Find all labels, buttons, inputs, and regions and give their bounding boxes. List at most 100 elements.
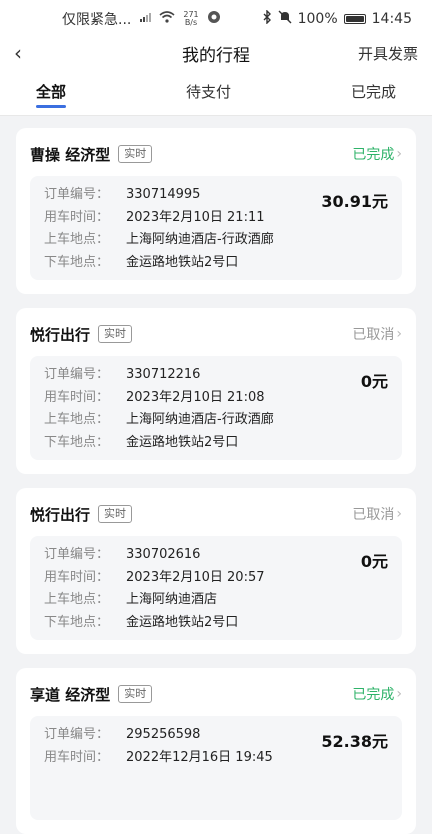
dropoff-row: 下车地点： 金运路地铁站2号口 <box>44 612 388 635</box>
tab-bar: 全部 待支付 已完成 <box>0 68 432 116</box>
navbar: ‹ 我的行程 开具发票 <box>0 38 432 68</box>
dropoff-location: 金运路地铁站2号口 <box>126 254 239 270</box>
realtime-badge: 实时 <box>98 505 133 523</box>
ride-time: 2023年2月10日 21:08 <box>126 389 265 405</box>
realtime-badge: 实时 <box>118 685 153 703</box>
card-title: 享道 经济型 实时 <box>30 684 153 705</box>
status-bar: 仅限紧急... 271 B/s 100% 14:45 <box>0 0 432 38</box>
trip-card[interactable]: 悦行出行 实时 已取消 › 0元 订单编号： 330712216 用车时间： 202… <box>16 308 416 474</box>
order-number-label: 订单编号： <box>44 727 110 742</box>
order-number-label: 订单编号： <box>44 367 110 382</box>
ride-time: 2023年2月10日 20:57 <box>126 569 265 585</box>
order-number: 295256598 <box>126 727 201 742</box>
order-number-label: 订单编号： <box>44 547 110 562</box>
ride-time-label: 用车时间： <box>44 209 110 225</box>
order-status-text: 已完成 <box>352 147 395 163</box>
card-title: 悦行出行 实时 <box>30 504 133 525</box>
pickup-location: 上海阿纳迪酒店-行政酒廊 <box>126 232 274 247</box>
issue-invoice-button[interactable]: 开具发票 <box>358 43 418 64</box>
chevron-right-icon: › <box>396 686 402 702</box>
chevron-right-icon: › <box>396 506 402 522</box>
ride-time-row: 用车时间： 2023年2月10日 21:08 <box>44 387 388 410</box>
ride-time-label: 用车时间： <box>44 749 110 765</box>
ride-time-label: 用车时间： <box>44 569 110 585</box>
pickup-label: 上车地点： <box>44 232 110 247</box>
order-detail: 0元 订单编号： 330702616 用车时间： 2023年2月10日 20:57 … <box>30 536 402 640</box>
order-number-row: 订单编号： 330702616 <box>44 544 388 567</box>
provider-name: 悦行出行 <box>30 325 91 344</box>
pickup-label: 上车地点： <box>44 592 110 607</box>
pickup-location: 上海阿纳迪酒店 <box>126 592 218 607</box>
net-speed-unit: B/s <box>184 18 198 27</box>
tab-pending-payment[interactable]: 待支付 <box>186 68 231 116</box>
pickup-row: 上车地点： 上海阿纳迪酒店-行政酒廊 <box>44 229 388 252</box>
realtime-badge: 实时 <box>118 145 153 163</box>
trip-card[interactable]: 享道 经济型 实时 已完成 › 52.38元 订单编号： 295256598 用车… <box>16 668 416 834</box>
tab-all[interactable]: 全部 <box>36 68 66 116</box>
order-price: 0元 <box>360 552 388 571</box>
order-status-text: 已完成 <box>352 687 395 703</box>
order-status-text: 已取消 <box>352 327 395 343</box>
order-status[interactable]: 已完成 › <box>352 144 402 164</box>
order-detail: 52.38元 订单编号： 295256598 用车时间： 2022年12月16日 1… <box>30 716 402 820</box>
trip-list: 曹操 经济型 实时 已完成 › 30.91元 订单编号： 330714995 用车… <box>0 116 432 834</box>
dropoff-label: 下车地点： <box>44 254 110 270</box>
battery-icon <box>343 14 366 24</box>
card-header: 曹操 经济型 实时 已完成 › <box>30 142 402 166</box>
dropoff-location: 金运路地铁站2号口 <box>126 614 239 630</box>
app-notification-icon <box>207 10 221 28</box>
order-status-text: 已取消 <box>352 507 395 523</box>
status-left: 仅限紧急... 271 B/s <box>62 9 221 29</box>
dropoff-row: 下车地点： 金运路地铁站2号口 <box>44 432 388 455</box>
notice-text: 仅限紧急... <box>62 12 132 28</box>
pickup-label: 上车地点： <box>44 412 110 427</box>
bluetooth-icon <box>262 9 272 28</box>
pickup-row: 上车地点： 上海阿纳迪酒店-行政酒廊 <box>44 409 388 432</box>
card-header: 悦行出行 实时 已取消 › <box>30 502 402 526</box>
net-speed: 271 B/s <box>183 11 198 27</box>
order-number: 330702616 <box>126 547 201 562</box>
card-title: 曹操 经济型 实时 <box>30 144 153 165</box>
signal-icon <box>139 11 152 27</box>
realtime-badge: 实时 <box>98 325 133 343</box>
chevron-right-icon: › <box>396 146 402 162</box>
status-right: 100% 14:45 <box>262 9 412 28</box>
order-number-row: 订单编号： 330712216 <box>44 364 388 387</box>
card-header: 悦行出行 实时 已取消 › <box>30 322 402 346</box>
provider-name: 曹操 经济型 <box>30 145 111 164</box>
order-price: 30.91元 <box>321 192 388 211</box>
trip-card[interactable]: 曹操 经济型 实时 已完成 › 30.91元 订单编号： 330714995 用车… <box>16 128 416 294</box>
order-status[interactable]: 已取消 › <box>352 324 402 344</box>
tab-completed[interactable]: 已完成 <box>351 68 396 116</box>
dropoff-label: 下车地点： <box>44 434 110 450</box>
order-number: 330714995 <box>126 187 201 202</box>
order-detail: 30.91元 订单编号： 330714995 用车时间： 2023年2月10日 21… <box>30 176 402 280</box>
dropoff-label: 下车地点： <box>44 614 110 630</box>
back-arrow-icon[interactable]: ‹ <box>14 41 32 65</box>
trip-card[interactable]: 悦行出行 实时 已取消 › 0元 订单编号： 330702616 用车时间： 202… <box>16 488 416 654</box>
mute-bell-icon <box>278 10 292 28</box>
dropoff-row: 下车地点： 金运路地铁站2号口 <box>44 252 388 275</box>
provider-name: 享道 经济型 <box>30 685 111 704</box>
card-header: 享道 经济型 实时 已完成 › <box>30 682 402 706</box>
pickup-location: 上海阿纳迪酒店-行政酒廊 <box>126 412 274 427</box>
order-price: 0元 <box>360 372 388 391</box>
wifi-icon <box>159 11 175 27</box>
order-detail: 0元 订单编号： 330712216 用车时间： 2023年2月10日 21:08 … <box>30 356 402 460</box>
ride-time-label: 用车时间： <box>44 389 110 405</box>
dropoff-location: 金运路地铁站2号口 <box>126 434 239 450</box>
battery-text: 100% <box>297 11 338 27</box>
pickup-row: 上车地点： 上海阿纳迪酒店 <box>44 589 388 612</box>
order-number-label: 订单编号： <box>44 187 110 202</box>
order-status[interactable]: 已取消 › <box>352 504 402 524</box>
order-number: 330712216 <box>126 367 201 382</box>
chevron-right-icon: › <box>396 326 402 342</box>
provider-name: 悦行出行 <box>30 505 91 524</box>
clock: 14:45 <box>371 11 412 27</box>
ride-time-row: 用车时间： 2023年2月10日 20:57 <box>44 567 388 590</box>
ride-time: 2023年2月10日 21:11 <box>126 209 265 225</box>
order-status[interactable]: 已完成 › <box>352 684 402 704</box>
order-price: 52.38元 <box>321 732 388 751</box>
ride-time: 2022年12月16日 19:45 <box>126 749 273 765</box>
card-title: 悦行出行 实时 <box>30 324 133 345</box>
